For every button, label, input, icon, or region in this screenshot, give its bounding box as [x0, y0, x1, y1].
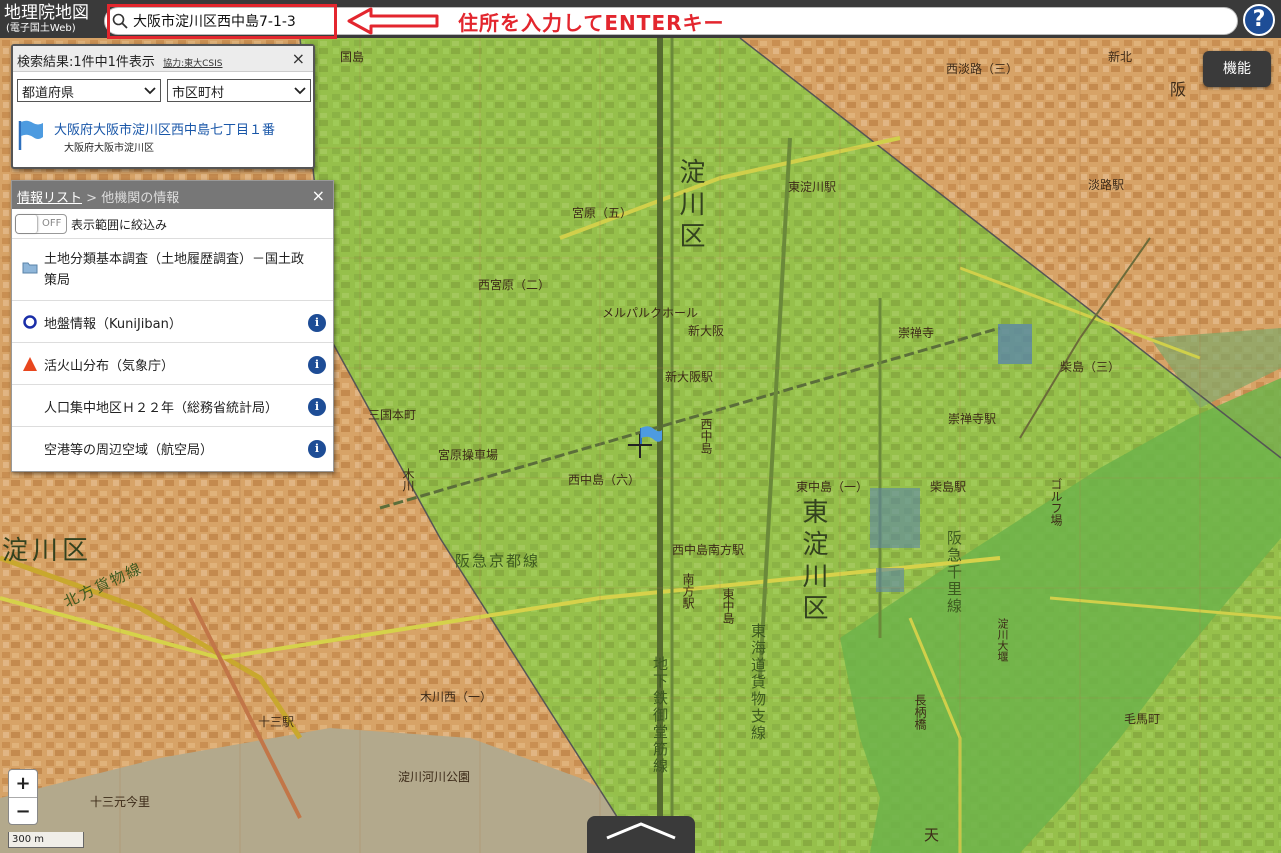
- flag-icon: [18, 120, 43, 150]
- map-label-golf: ゴルフ場: [1049, 478, 1063, 526]
- search-credit-link[interactable]: 協力:東大CSIS: [163, 59, 222, 69]
- list-item-population[interactable]: 人口集中地区Ｈ２２年（総務省統計局） i: [12, 385, 333, 427]
- search-result-item[interactable]: 大阪府大阪市淀川区西中島七丁目１番 大阪府大阪市淀川区: [17, 116, 307, 160]
- search-results-title: 検索結果:1件中1件表示: [17, 55, 155, 70]
- map-label-sozenji-st: 崇禅寺駅: [948, 412, 997, 426]
- map-label-higashi-yodogawa-st: 東淀川駅: [788, 180, 837, 194]
- info-icon[interactable]: i: [308, 356, 326, 374]
- map-label-midosuji-line: 地下鉄御堂筋線: [651, 656, 669, 775]
- chevron-up-icon: [606, 822, 676, 840]
- map-label-nishinakajima6: 西中島（六）: [568, 473, 641, 487]
- search-result-subtitle: 大阪府大阪市淀川区: [64, 143, 154, 154]
- chevron-down-icon: [144, 87, 156, 95]
- map-label-kunijima: 国島: [340, 50, 365, 64]
- map-label-sozenji: 崇禅寺: [898, 326, 935, 340]
- map-label-nishimiyahara: 西宮原（二）: [478, 278, 551, 292]
- app-logo[interactable]: 地理院地図 (電子国土Web): [4, 3, 100, 35]
- info-list-header: 情報リスト > 他機関の情報 ×: [12, 181, 333, 209]
- info-list-panel: 情報リスト > 他機関の情報 × OFF 表示範囲に絞込み 土地分類基本調査（土…: [11, 180, 334, 472]
- search-results-header: 検索結果:1件中1件表示 協力:東大CSIS ×: [13, 46, 313, 72]
- list-item-label: 空港等の周辺空域（航空局）: [44, 443, 214, 458]
- map-label-nishinakajima-st: 西中島南方駅: [672, 543, 745, 557]
- city-select-value: 市区町村: [172, 86, 225, 101]
- map-label-shibashima3: 柴島（三）: [1060, 360, 1121, 374]
- zoom-control: + −: [8, 769, 38, 825]
- info-icon[interactable]: i: [308, 398, 326, 416]
- filter-label: 表示範囲に絞込み: [71, 218, 168, 232]
- bottom-panel-toggle[interactable]: [587, 816, 695, 853]
- map-label-awaji: 淡路駅: [1088, 178, 1125, 192]
- map-label-kesa: 毛馬町: [1124, 712, 1161, 726]
- info-icon[interactable]: i: [308, 314, 326, 332]
- map-label-naganobashi: 長柄橋: [913, 694, 927, 730]
- list-item-airspace[interactable]: 空港等の周辺空域（航空局） i: [12, 427, 333, 469]
- map-label-mikuni-honmachi: 三国本町: [368, 408, 417, 422]
- map-label-minamikata-st: 南方駅: [681, 573, 695, 609]
- zoom-in-button[interactable]: +: [9, 770, 37, 797]
- chevron-down-icon: [294, 87, 306, 95]
- map-label-higashinakajima2: 東中島: [721, 588, 735, 624]
- map-label-hanten: 阪: [1170, 80, 1187, 99]
- map-label-kizu: 木川: [401, 468, 415, 492]
- map-label-nishiawaji: 西淡路（三）: [946, 62, 1019, 76]
- list-item-label: 地盤情報（KuniJiban）: [44, 317, 182, 332]
- search-result-title[interactable]: 大阪府大阪市淀川区西中島七丁目１番: [54, 119, 275, 138]
- ring-icon: [23, 315, 37, 329]
- map-label-tenma: 天: [924, 826, 940, 844]
- info-list-link[interactable]: 情報リスト: [17, 191, 82, 206]
- map-label-mellparc: メルパルクホール: [602, 306, 699, 320]
- close-icon[interactable]: ×: [312, 186, 325, 205]
- help-button[interactable]: ?: [1243, 4, 1275, 36]
- logo-subtitle: (電子国土Web): [6, 23, 76, 34]
- list-item-volcano[interactable]: 活火山分布（気象庁） i: [12, 343, 333, 385]
- map-label-kizugawa: 木川西（一）: [420, 690, 493, 704]
- filter-row: OFF 表示範囲に絞込み: [12, 209, 333, 239]
- red-arrow-annotation: [347, 7, 439, 35]
- folder-item-label: 土地分類基本調査（土地履歴調査）－国土政策局: [44, 252, 305, 288]
- map-label-tokaido-line: 東海道貨物支線: [749, 623, 767, 742]
- folder-icon: [22, 262, 38, 274]
- map-label-miyahara-yard: 宮原操車場: [438, 448, 499, 462]
- map-label-juso-honmachi: 十三元今里: [90, 795, 151, 809]
- list-item-folder[interactable]: 土地分類基本調査（土地履歴調査）－国土政策局: [12, 239, 333, 301]
- map-label-higashinakajima: 東中島（一）: [796, 480, 869, 494]
- annotation-text: 住所を入力してENTERキー: [458, 11, 725, 35]
- map-label-yodo-river: 淀川大堰: [996, 618, 1009, 662]
- function-menu-button[interactable]: 機能: [1203, 51, 1271, 87]
- search-results-panel: 検索結果:1件中1件表示 協力:東大CSIS × 都道府県 市区町村 大阪府大阪…: [11, 44, 315, 169]
- scale-bar: 300 m: [8, 832, 84, 848]
- map-label-yodogawa-ku-left: 淀川区: [2, 536, 93, 566]
- map-label-higashi-yodogawa-ku: 東淀川区: [798, 498, 828, 626]
- search-highlight-box: [107, 4, 337, 39]
- city-select[interactable]: 市区町村: [167, 79, 311, 102]
- map-label-miyahara5: 宮原（五）: [572, 206, 633, 220]
- list-item-label: 活火山分布（気象庁）: [44, 359, 175, 374]
- close-icon[interactable]: ×: [292, 49, 305, 68]
- header-bar: 地理院地図 (電子国土Web) 住所を入力してENTERキー ?: [0, 0, 1281, 39]
- info-list-current: 他機関の情報: [101, 191, 180, 206]
- map-label-juso: 十三駅: [258, 715, 295, 729]
- logo-title: 地理院地図: [4, 3, 89, 23]
- map-label-shinkita: 新北: [1108, 50, 1133, 64]
- toggle-state: OFF: [42, 218, 62, 229]
- list-item-label: 人口集中地区Ｈ２２年（総務省統計局）: [44, 401, 279, 416]
- map-label-shin-osaka-hotel: 新大阪: [688, 324, 725, 338]
- prefecture-select-value: 都道府県: [22, 86, 75, 101]
- filter-selects: 都道府県 市区町村: [17, 79, 311, 103]
- map-label-hankyu-senri: 阪急千里線: [945, 530, 963, 615]
- map-label-yodogawa-ku: 淀川区: [675, 158, 705, 254]
- map-label-shin-osaka: 新大阪駅: [665, 370, 714, 384]
- zoom-out-button[interactable]: −: [9, 797, 37, 824]
- map-label-shibajima-st: 柴島駅: [930, 480, 967, 494]
- info-icon[interactable]: i: [308, 440, 326, 458]
- map-label-hankyu-kyoto-line: 阪急京都線: [455, 552, 541, 570]
- range-filter-toggle[interactable]: OFF: [15, 214, 67, 234]
- map-label-yodogawa-park: 淀川河川公園: [398, 770, 471, 784]
- list-item-kunijiban[interactable]: 地盤情報（KuniJiban） i: [12, 301, 333, 343]
- prefecture-select[interactable]: 都道府県: [17, 79, 161, 102]
- toggle-knob: [16, 215, 38, 233]
- triangle-icon: [23, 357, 37, 371]
- breadcrumb-separator: >: [82, 191, 102, 206]
- map-label-nishinakajima: 西中島: [699, 418, 713, 454]
